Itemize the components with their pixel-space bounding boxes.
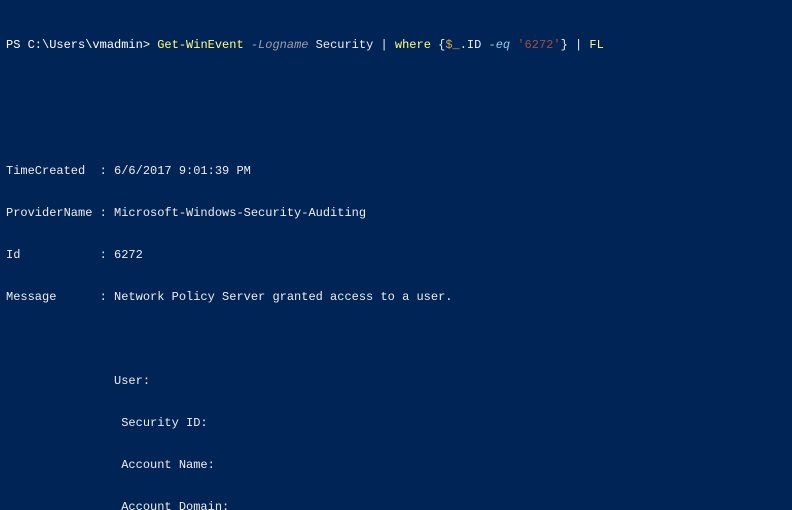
- prompt-line: PS C:\Users\vmadmin> Get-WinEvent -Logna…: [6, 38, 786, 52]
- cmd-pipe1: |: [380, 38, 387, 52]
- out-providername: ProviderName : Microsoft-Windows-Securit…: [6, 206, 786, 220]
- cmd-pipe2: |: [568, 38, 582, 52]
- prompt-prefix: PS C:\Users\vmadmin>: [6, 38, 157, 52]
- cmd-brace-close: }: [561, 38, 568, 52]
- out-timecreated: TimeCreated : 6/6/2017 9:01:39 PM: [6, 164, 786, 178]
- blank-line: [6, 122, 786, 136]
- cmd-fl: FL: [582, 38, 604, 52]
- out-user: User:: [6, 374, 786, 388]
- blank-line: [6, 80, 786, 94]
- cmd-getwinevent: Get-WinEvent: [157, 38, 251, 52]
- out-accountname: Account Name:: [6, 458, 786, 472]
- cmd-dollarvar: $_: [445, 38, 459, 52]
- out-securityid: Security ID:: [6, 416, 786, 430]
- out-line: [6, 332, 786, 346]
- out-accountdomain: Account Domain:: [6, 500, 786, 510]
- cmd-value: '6272': [510, 38, 560, 52]
- out-id: Id : 6272: [6, 248, 786, 262]
- cmd-logname-switch: -Logname: [251, 38, 309, 52]
- out-message: Message : Network Policy Server granted …: [6, 290, 786, 304]
- powershell-console[interactable]: PS C:\Users\vmadmin> Get-WinEvent -Logna…: [0, 0, 792, 510]
- cmd-dotid: .ID: [460, 38, 489, 52]
- cmd-where: where: [388, 38, 438, 52]
- cmd-logname-value: Security: [308, 38, 380, 52]
- cmd-eq: -eq: [489, 38, 511, 52]
